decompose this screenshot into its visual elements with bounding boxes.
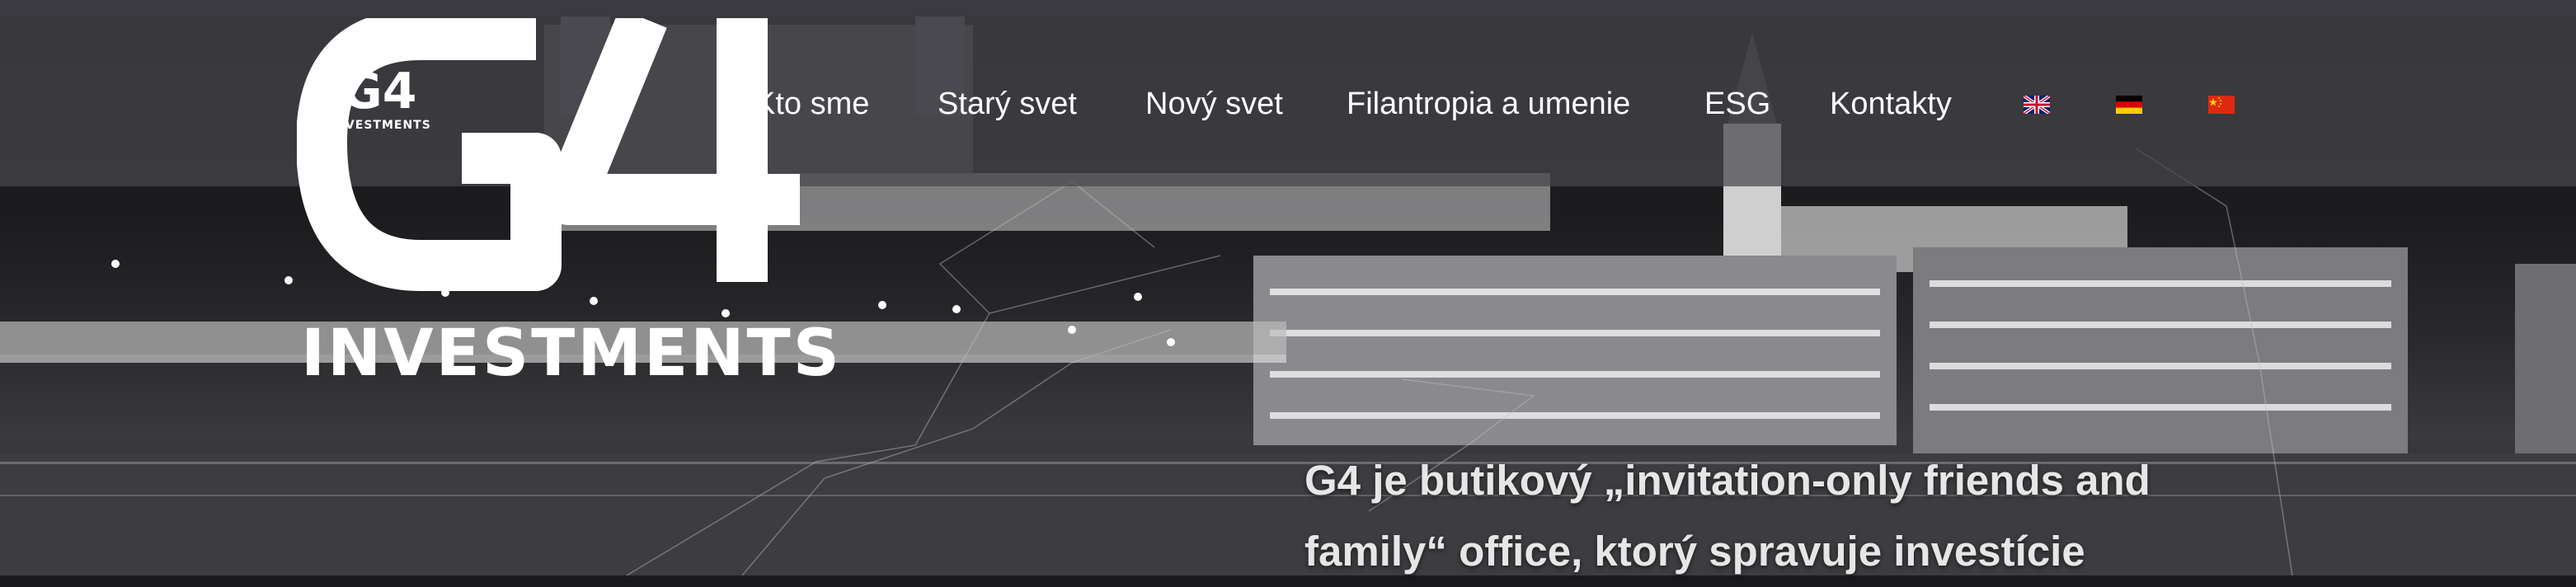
- nav-item-esg[interactable]: ESG: [1704, 81, 1770, 127]
- nav-item-kto-sme[interactable]: Kto sme: [754, 81, 869, 127]
- chinese-flag-icon[interactable]: [2208, 96, 2235, 114]
- browser-top-strip: [0, 0, 2576, 16]
- hero-logo-wordmark: INVESTMENTS: [301, 317, 842, 391]
- hero-tagline-line-1: G4 je butikový „invitation-only friends …: [1304, 457, 2151, 504]
- nav-item-novy-svet[interactable]: Nový svet: [1145, 81, 1283, 127]
- german-flag-icon[interactable]: [2116, 96, 2142, 114]
- hero-tagline: G4 je butikový „invitation-only friends …: [1304, 445, 2294, 587]
- nav-item-stary-svet[interactable]: Starý svet: [938, 81, 1077, 127]
- main-menu: Kto sme Starý svet Nový svet Filantropia…: [0, 81, 2576, 127]
- english-flag-icon[interactable]: [2024, 96, 2050, 114]
- nav-item-kontakty[interactable]: Kontakty: [1830, 81, 1952, 127]
- nav-item-filantropia-a-umenie[interactable]: Filantropia a umenie: [1347, 81, 1630, 127]
- hero-tagline-line-2: family“ office, ktorý spravuje investíci…: [1304, 528, 2085, 575]
